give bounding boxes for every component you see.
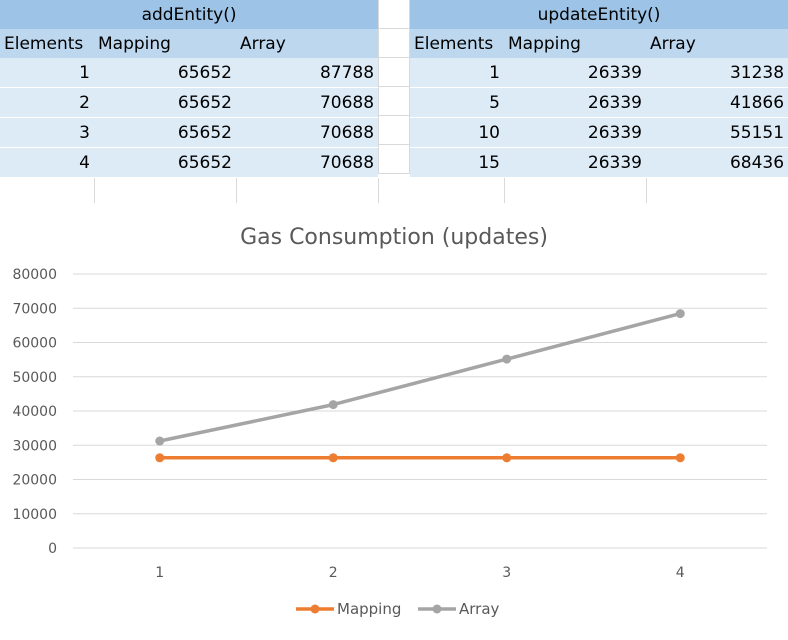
update-entity-table: updateEntity() Elements Mapping Array 1 … (410, 0, 788, 207)
table-cell[interactable]: 4 (0, 147, 94, 178)
table-cell[interactable]: 10 (410, 117, 504, 148)
table-cell[interactable]: 1 (0, 58, 94, 88)
table-cell[interactable]: 70688 (236, 117, 379, 148)
column-header: Elements (410, 29, 504, 58)
gas-consumption-chart[interactable]: Gas Consumption (updates) 0 10000 20000 300… (0, 203, 788, 640)
table-cell[interactable]: 65652 (94, 147, 236, 178)
data-point[interactable] (502, 354, 512, 364)
table-cell[interactable]: 70688 (236, 87, 379, 118)
table-cell[interactable]: 70688 (236, 147, 379, 178)
column-header: Mapping (94, 29, 236, 58)
table-row: 5 26339 41866 (410, 87, 788, 118)
table-row: 3 65652 70688 (0, 117, 379, 148)
y-axis-tick-labels: 0 10000 20000 30000 40000 50000 60000 70000 8000… (12, 267, 57, 557)
gridlines (73, 273, 767, 549)
table-row: 2 65652 70688 (0, 87, 379, 118)
table-title: addEntity() (0, 0, 379, 29)
table-row: 4 65652 70688 (0, 147, 379, 178)
table-row: 1 65652 87788 (0, 58, 379, 88)
legend-marker (432, 604, 442, 614)
data-point[interactable] (675, 453, 685, 463)
chart-svg: Gas Consumption (updates) 0 10000 20000 300… (12, 225, 767, 618)
data-point[interactable] (502, 453, 512, 463)
x-tick-label: 4 (676, 565, 685, 581)
data-point[interactable] (675, 309, 685, 319)
y-tick-label: 10000 (12, 507, 57, 523)
x-axis-tick-labels: 1 2 3 4 (155, 565, 685, 581)
y-tick-label: 50000 (12, 370, 57, 386)
table-cell[interactable]: 26339 (504, 58, 646, 88)
series-mapping[interactable] (155, 453, 685, 463)
x-tick-label: 1 (155, 565, 164, 581)
table-cell[interactable]: 3 (0, 117, 94, 148)
table-cell[interactable]: 1 (410, 58, 504, 88)
table-cell[interactable]: 65652 (94, 87, 236, 118)
legend[interactable]: Mapping Array (296, 600, 500, 618)
column-header: Array (236, 29, 379, 58)
table-title: updateEntity() (410, 0, 788, 29)
x-tick-label: 2 (329, 565, 338, 581)
add-entity-table: addEntity() Elements Mapping Array 1 656… (0, 0, 379, 207)
spreadsheet: addEntity() Elements Mapping Array 1 656… (0, 0, 788, 207)
data-point[interactable] (155, 453, 165, 463)
table-cell[interactable]: 68436 (646, 147, 788, 178)
y-tick-label: 80000 (12, 267, 57, 283)
table-cell[interactable]: 41866 (646, 87, 788, 118)
column-header: Elements (0, 29, 94, 58)
table-cell[interactable]: 65652 (94, 117, 236, 148)
y-tick-label: 30000 (12, 438, 57, 454)
table-cell[interactable]: 26339 (504, 147, 646, 178)
data-point[interactable] (155, 436, 165, 446)
table-cell[interactable]: 65652 (94, 58, 236, 88)
table-cell[interactable]: 26339 (504, 87, 646, 118)
legend-marker (310, 604, 320, 614)
y-tick-label: 70000 (12, 301, 57, 317)
table-cell[interactable]: 26339 (504, 117, 646, 148)
legend-item-array[interactable]: Array (418, 600, 500, 618)
table-cell[interactable]: 15 (410, 147, 504, 178)
series-line[interactable] (158, 311, 682, 443)
table-row: 1 26339 31238 (410, 58, 788, 88)
table-row: 15 26339 68436 (410, 147, 788, 178)
table-cell[interactable]: 87788 (236, 58, 379, 88)
table-row: 10 26339 55151 (410, 117, 788, 148)
table-cell[interactable]: 5 (410, 87, 504, 118)
legend-label: Mapping (337, 600, 401, 618)
y-tick-label: 0 (48, 541, 57, 557)
table-cell[interactable]: 55151 (646, 117, 788, 148)
data-point[interactable] (328, 400, 338, 410)
spacer-column (378, 0, 410, 203)
data-point[interactable] (328, 453, 338, 463)
table-cell[interactable]: 2 (0, 87, 94, 118)
chart-title: Gas Consumption (updates) (240, 225, 548, 250)
y-tick-label: 40000 (12, 404, 57, 420)
legend-label: Array (459, 600, 500, 618)
table-cell[interactable]: 31238 (646, 58, 788, 88)
column-header: Mapping (504, 29, 646, 58)
y-tick-label: 60000 (12, 336, 57, 352)
series-array[interactable] (155, 309, 685, 446)
legend-item-mapping[interactable]: Mapping (296, 600, 401, 618)
y-tick-label: 20000 (12, 473, 57, 489)
series-lines (155, 309, 685, 463)
x-tick-label: 3 (502, 565, 511, 581)
column-header: Array (646, 29, 788, 58)
